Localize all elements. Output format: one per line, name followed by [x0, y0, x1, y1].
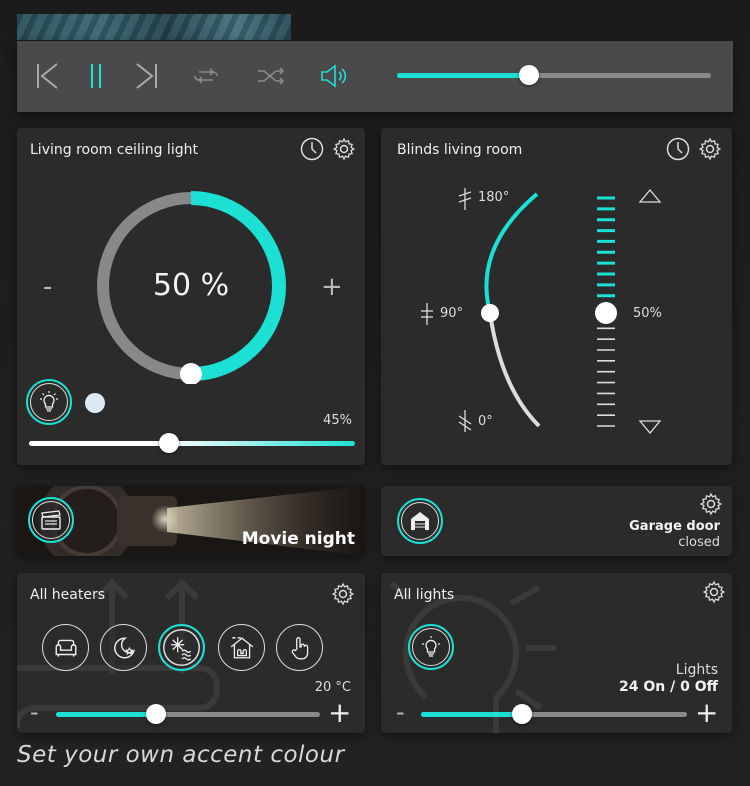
brightness-dial-knob[interactable]: [180, 363, 202, 384]
angle-0-label: 0°: [478, 414, 493, 429]
warmth-slider[interactable]: [29, 433, 355, 453]
settings-button[interactable]: [331, 582, 355, 606]
brightness-increase-button[interactable]: +: [321, 274, 343, 300]
heaters-temperature: 20 °C: [314, 680, 351, 695]
lights-level-slider[interactable]: [421, 704, 687, 724]
heaters-title: All heaters: [30, 587, 106, 603]
volume-button[interactable]: [319, 61, 349, 91]
volume-icon: [321, 64, 347, 88]
slat-90-icon: [421, 303, 433, 325]
gear-icon: [702, 580, 726, 604]
slat-angle-arc-active: [484, 192, 539, 314]
triangle-up-icon: [638, 188, 662, 203]
repeat-icon: [194, 68, 218, 84]
volume-slider-knob[interactable]: [518, 65, 539, 85]
blinds-title: Blinds living room: [397, 142, 523, 158]
media-control-bar: [17, 41, 733, 112]
lights-summary: 24 On / 0 Off: [619, 679, 718, 695]
shuffle-icon: [258, 67, 285, 85]
all-lights-toggle-button[interactable]: [408, 624, 454, 670]
scene-label: Movie night: [241, 529, 355, 549]
repeat-button[interactable]: [191, 61, 221, 91]
garage-door-toggle-button[interactable]: [397, 498, 443, 544]
pause-icon: [91, 64, 101, 88]
blind-down-button[interactable]: [638, 418, 662, 436]
pause-button[interactable]: [81, 61, 111, 91]
warmth-slider-knob[interactable]: [159, 433, 180, 453]
angle-90-label: 90°: [440, 306, 464, 321]
lights-increase-button[interactable]: +: [695, 699, 718, 727]
heater-mode-comfort-button[interactable]: [42, 624, 89, 671]
heaters-decrease-button[interactable]: -: [30, 700, 39, 724]
dashboard: Living room ceiling light - + 50 % 45% B…: [0, 0, 750, 786]
shuffle-button[interactable]: [256, 61, 286, 91]
clock-icon: [300, 137, 324, 161]
heater-mode-away-button[interactable]: [218, 624, 265, 671]
garage-door-card: Garage door closed: [381, 486, 732, 556]
lights-decrease-button[interactable]: -: [396, 700, 405, 724]
ceiling-light-title: Living room ceiling light: [30, 142, 198, 158]
skip-previous-icon: [37, 63, 58, 89]
light-toggle-button[interactable]: [26, 379, 72, 425]
warmth-value: 45%: [323, 413, 352, 428]
angle-180-label: 180°: [478, 190, 510, 205]
volume-slider-fill: [397, 73, 529, 78]
lights-level-knob[interactable]: [512, 704, 533, 724]
blind-position-value: 50%: [633, 306, 662, 321]
moon-stars-icon: [113, 637, 135, 658]
ceiling-light-card: Living room ceiling light - + 50 % 45%: [17, 128, 365, 465]
frost-icon: [170, 636, 191, 661]
next-track-button[interactable]: [131, 61, 161, 91]
lights-level-fill: [421, 712, 523, 717]
settings-button[interactable]: [702, 580, 726, 604]
heaters-increase-button[interactable]: +: [328, 699, 351, 727]
garage-door-status: closed: [678, 535, 720, 550]
blind-position-knob[interactable]: [595, 302, 617, 324]
slat-180-icon: [458, 188, 472, 210]
tagline: Set your own accent colour: [17, 742, 345, 768]
gear-icon: [699, 492, 723, 516]
schedule-button[interactable]: [666, 137, 690, 161]
settings-button[interactable]: [699, 492, 723, 516]
hand-pointer-icon: [291, 636, 308, 659]
settings-button[interactable]: [698, 137, 722, 161]
lights-title: All lights: [394, 587, 455, 603]
blind-up-button[interactable]: [638, 188, 662, 206]
armchair-icon: [55, 639, 76, 657]
garage-icon: [411, 512, 429, 530]
lightbulb-icon: [40, 391, 58, 412]
lightbulb-icon: [422, 636, 440, 657]
lights-card: All lights Lights 24 On / 0 Off - +: [381, 573, 732, 733]
scene-icon-button[interactable]: [28, 497, 74, 543]
previous-track-button[interactable]: [33, 61, 63, 91]
triangle-down-icon: [638, 420, 662, 435]
blinds-card: Blinds living room 180° 90° 0° 50%: [381, 128, 732, 465]
slat-angle-knob[interactable]: [481, 304, 499, 322]
gear-icon: [698, 137, 722, 161]
movie-night-scene[interactable]: Movie night: [17, 486, 365, 556]
skip-next-icon: [136, 63, 157, 89]
heater-mode-manual-button[interactable]: [276, 624, 323, 671]
clapperboard-icon: [41, 510, 61, 530]
settings-button[interactable]: [332, 137, 356, 161]
volume-slider[interactable]: [397, 65, 711, 85]
heater-mode-night-button[interactable]: [100, 624, 147, 671]
brightness-decrease-button[interactable]: -: [43, 274, 52, 300]
slat-angle-arc: [488, 312, 541, 428]
lights-caption: Lights: [675, 662, 718, 678]
heaters-setpoint-fill: [56, 712, 157, 717]
album-art-strip: [17, 14, 291, 40]
gear-icon: [332, 137, 356, 161]
heater-mode-frost-button[interactable]: [158, 624, 205, 671]
clock-icon: [666, 137, 690, 161]
schedule-button[interactable]: [300, 137, 324, 161]
color-swatch[interactable]: [85, 393, 105, 413]
house-armchair-icon: [230, 636, 253, 658]
gear-icon: [331, 582, 355, 606]
slat-0-icon: [458, 410, 472, 432]
garage-door-title: Garage door: [629, 519, 720, 534]
brightness-value: 50 %: [152, 268, 230, 303]
heaters-setpoint-slider[interactable]: [56, 704, 320, 724]
